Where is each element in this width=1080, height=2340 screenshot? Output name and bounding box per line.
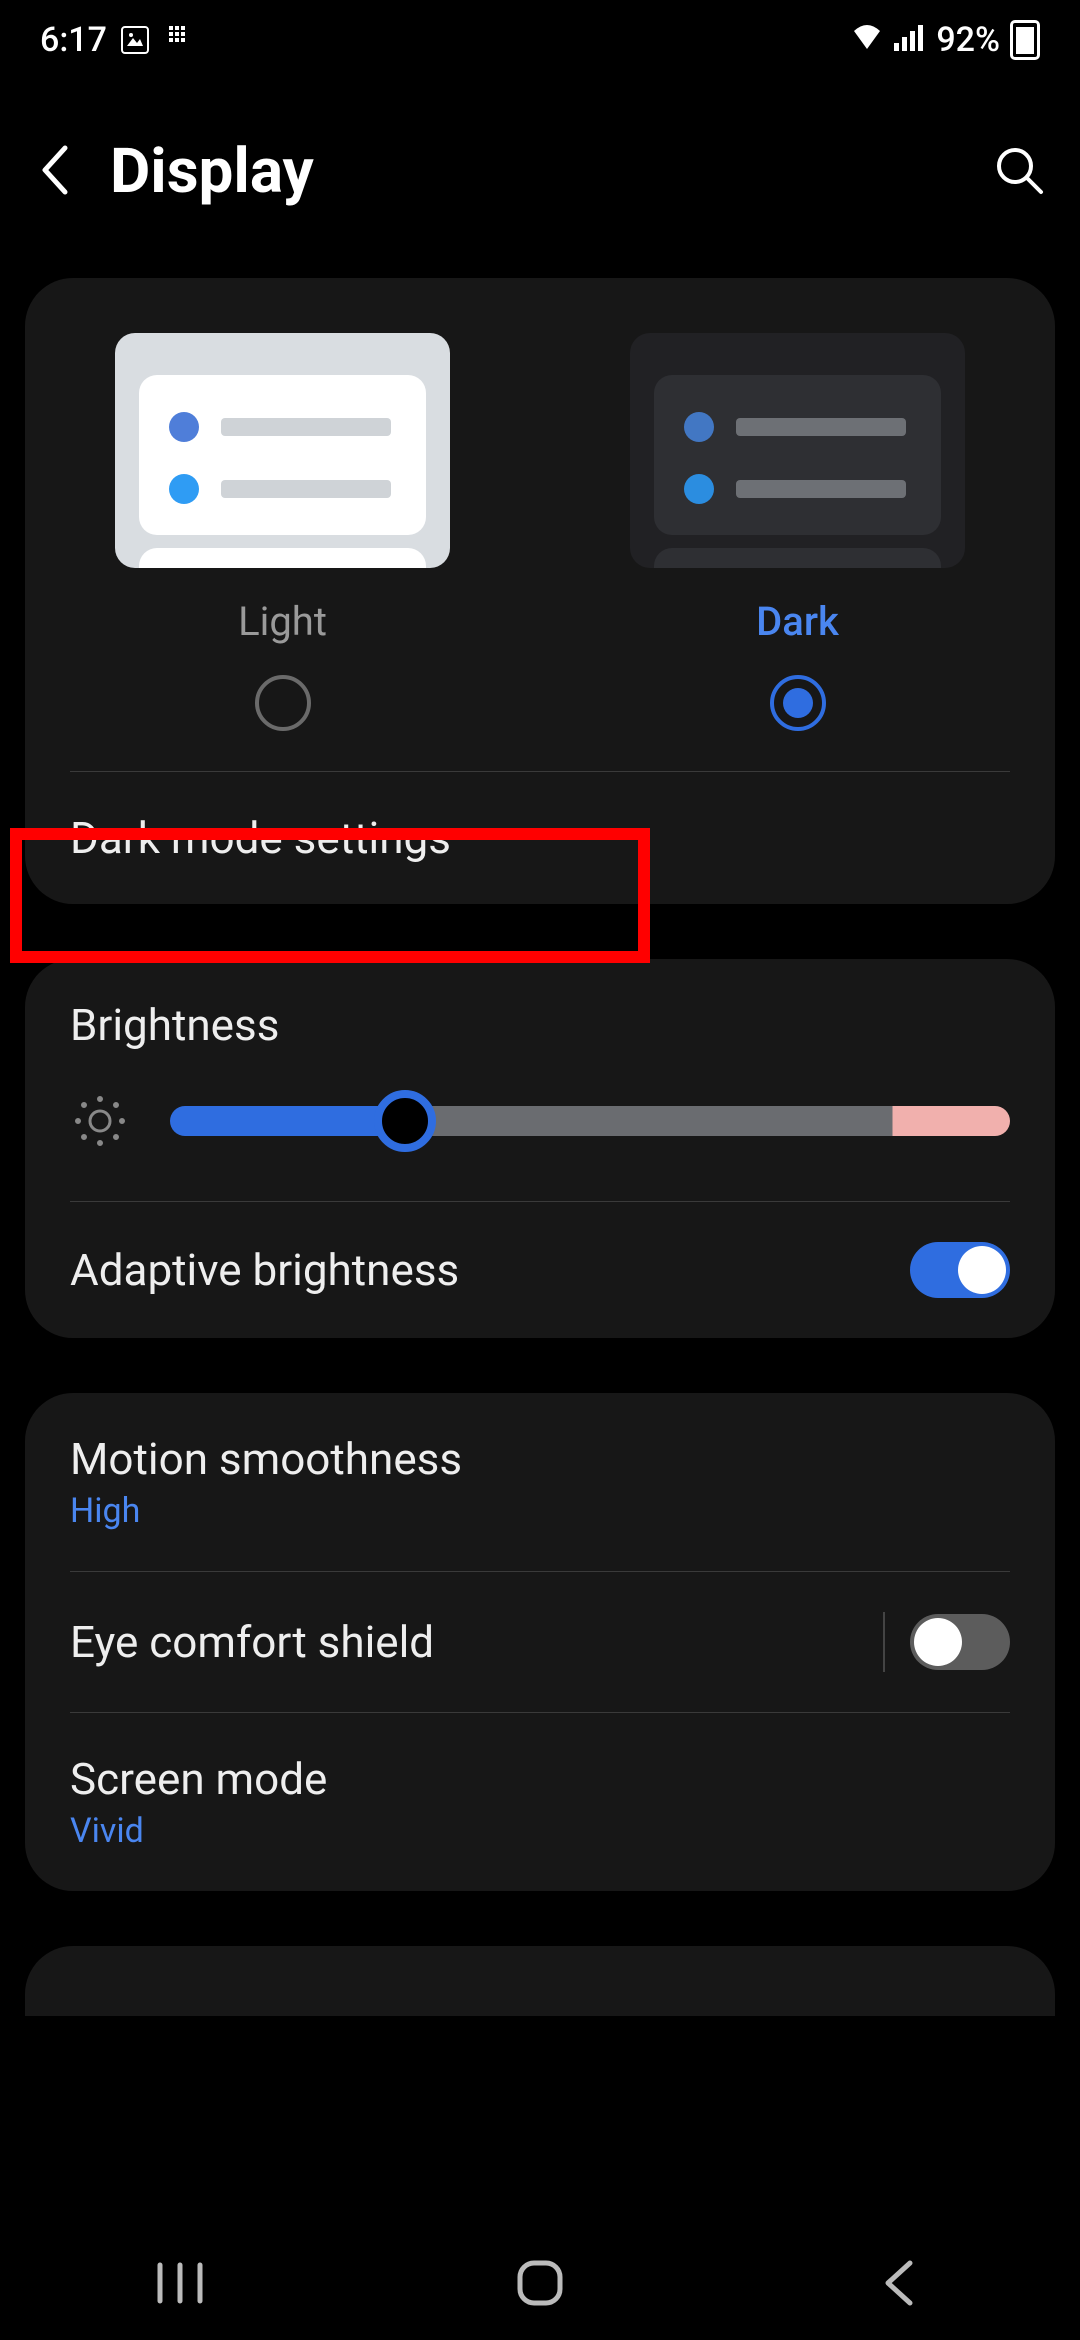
- dark-theme-label: Dark: [756, 598, 839, 645]
- eye-comfort-toggle[interactable]: [910, 1614, 1010, 1670]
- motion-smoothness-label: Motion smoothness: [70, 1433, 1010, 1485]
- eye-comfort-label: Eye comfort shield: [70, 1616, 434, 1668]
- theme-option-light[interactable]: Light: [25, 333, 540, 731]
- nav-home-button[interactable]: [480, 2253, 600, 2313]
- sun-icon: [70, 1091, 130, 1151]
- eye-comfort-row[interactable]: Eye comfort shield: [25, 1572, 1055, 1712]
- display-options-card: Motion smoothness High Eye comfort shiel…: [25, 1393, 1055, 1891]
- brightness-slider[interactable]: [170, 1106, 1010, 1136]
- motion-smoothness-value: High: [70, 1491, 1010, 1531]
- brightness-slider-thumb[interactable]: [374, 1090, 436, 1152]
- adaptive-brightness-toggle[interactable]: [910, 1242, 1010, 1298]
- motion-smoothness-row[interactable]: Motion smoothness High: [25, 1393, 1055, 1571]
- brightness-card: Brightness Adaptive brightness: [25, 959, 1055, 1338]
- brightness-label: Brightness: [70, 999, 279, 1051]
- next-card-peek: [25, 1946, 1055, 2016]
- eye-comfort-divider: [883, 1612, 885, 1672]
- nav-recents-button[interactable]: [120, 2253, 240, 2313]
- navigation-bar: [0, 2225, 1080, 2340]
- sim-status-icon: [163, 26, 191, 54]
- battery-percent: 92%: [936, 20, 1000, 60]
- screen-mode-label: Screen mode: [70, 1753, 1010, 1805]
- light-theme-preview: [115, 333, 450, 568]
- adaptive-brightness-row[interactable]: Adaptive brightness: [25, 1202, 1055, 1338]
- back-button[interactable]: [35, 142, 75, 202]
- page-header: Display: [0, 80, 1080, 278]
- status-time: 6:17: [40, 20, 107, 60]
- theme-card: Light Dark Dark mode settings: [25, 278, 1055, 904]
- gallery-status-icon: [121, 26, 149, 54]
- dark-mode-settings-row[interactable]: Dark mode settings: [25, 772, 1055, 904]
- dark-theme-radio[interactable]: [770, 675, 826, 731]
- screen-mode-value: Vivid: [70, 1811, 1010, 1851]
- light-theme-radio[interactable]: [255, 675, 311, 731]
- nav-back-button[interactable]: [840, 2253, 960, 2313]
- battery-icon: [1010, 20, 1040, 60]
- status-bar: 6:17 92%: [0, 0, 1080, 80]
- theme-option-dark[interactable]: Dark: [540, 333, 1055, 731]
- screen-mode-row[interactable]: Screen mode Vivid: [25, 1713, 1055, 1891]
- adaptive-brightness-label: Adaptive brightness: [70, 1244, 459, 1296]
- search-button[interactable]: [993, 144, 1045, 200]
- dark-theme-preview: [630, 333, 965, 568]
- page-title: Display: [110, 135, 314, 208]
- wifi-icon: [850, 20, 884, 60]
- light-theme-label: Light: [238, 598, 327, 645]
- dark-mode-settings-label: Dark mode settings: [70, 812, 451, 864]
- signal-icon: [894, 20, 926, 60]
